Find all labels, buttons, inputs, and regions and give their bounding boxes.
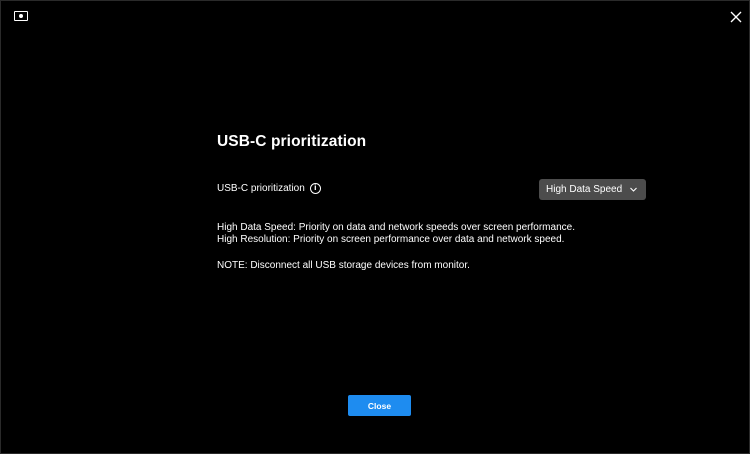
monitor-icon-dot (18, 13, 23, 18)
settings-panel: USB-C prioritization USB-C prioritizatio… (217, 133, 647, 271)
description-block: High Data Speed: Priority on data and ne… (217, 222, 647, 245)
chevron-down-icon (630, 187, 637, 192)
dropdown-selected-value: High Data Speed (546, 184, 623, 195)
close-icon-graphic (730, 11, 742, 23)
setting-label: USB-C prioritization (217, 183, 305, 194)
usbc-priority-dropdown[interactable]: High Data Speed (539, 179, 646, 200)
close-icon[interactable] (729, 10, 743, 24)
dialog-window: USB-C prioritization USB-C prioritizatio… (0, 0, 750, 454)
description-high-data-speed: High Data Speed: Priority on data and ne… (217, 222, 575, 233)
info-icon[interactable]: i (309, 183, 321, 194)
close-button[interactable]: Close (348, 395, 411, 416)
note-text: NOTE: Disconnect all USB storage devices… (217, 260, 470, 271)
page-title: USB-C prioritization (217, 133, 367, 150)
description-high-resolution: High Resolution: Priority on screen perf… (217, 233, 565, 245)
monitor-icon (14, 11, 28, 21)
setting-label-group: USB-C prioritization i (217, 183, 321, 194)
usbc-setting-row: USB-C prioritization i High Data Speed (217, 179, 647, 202)
